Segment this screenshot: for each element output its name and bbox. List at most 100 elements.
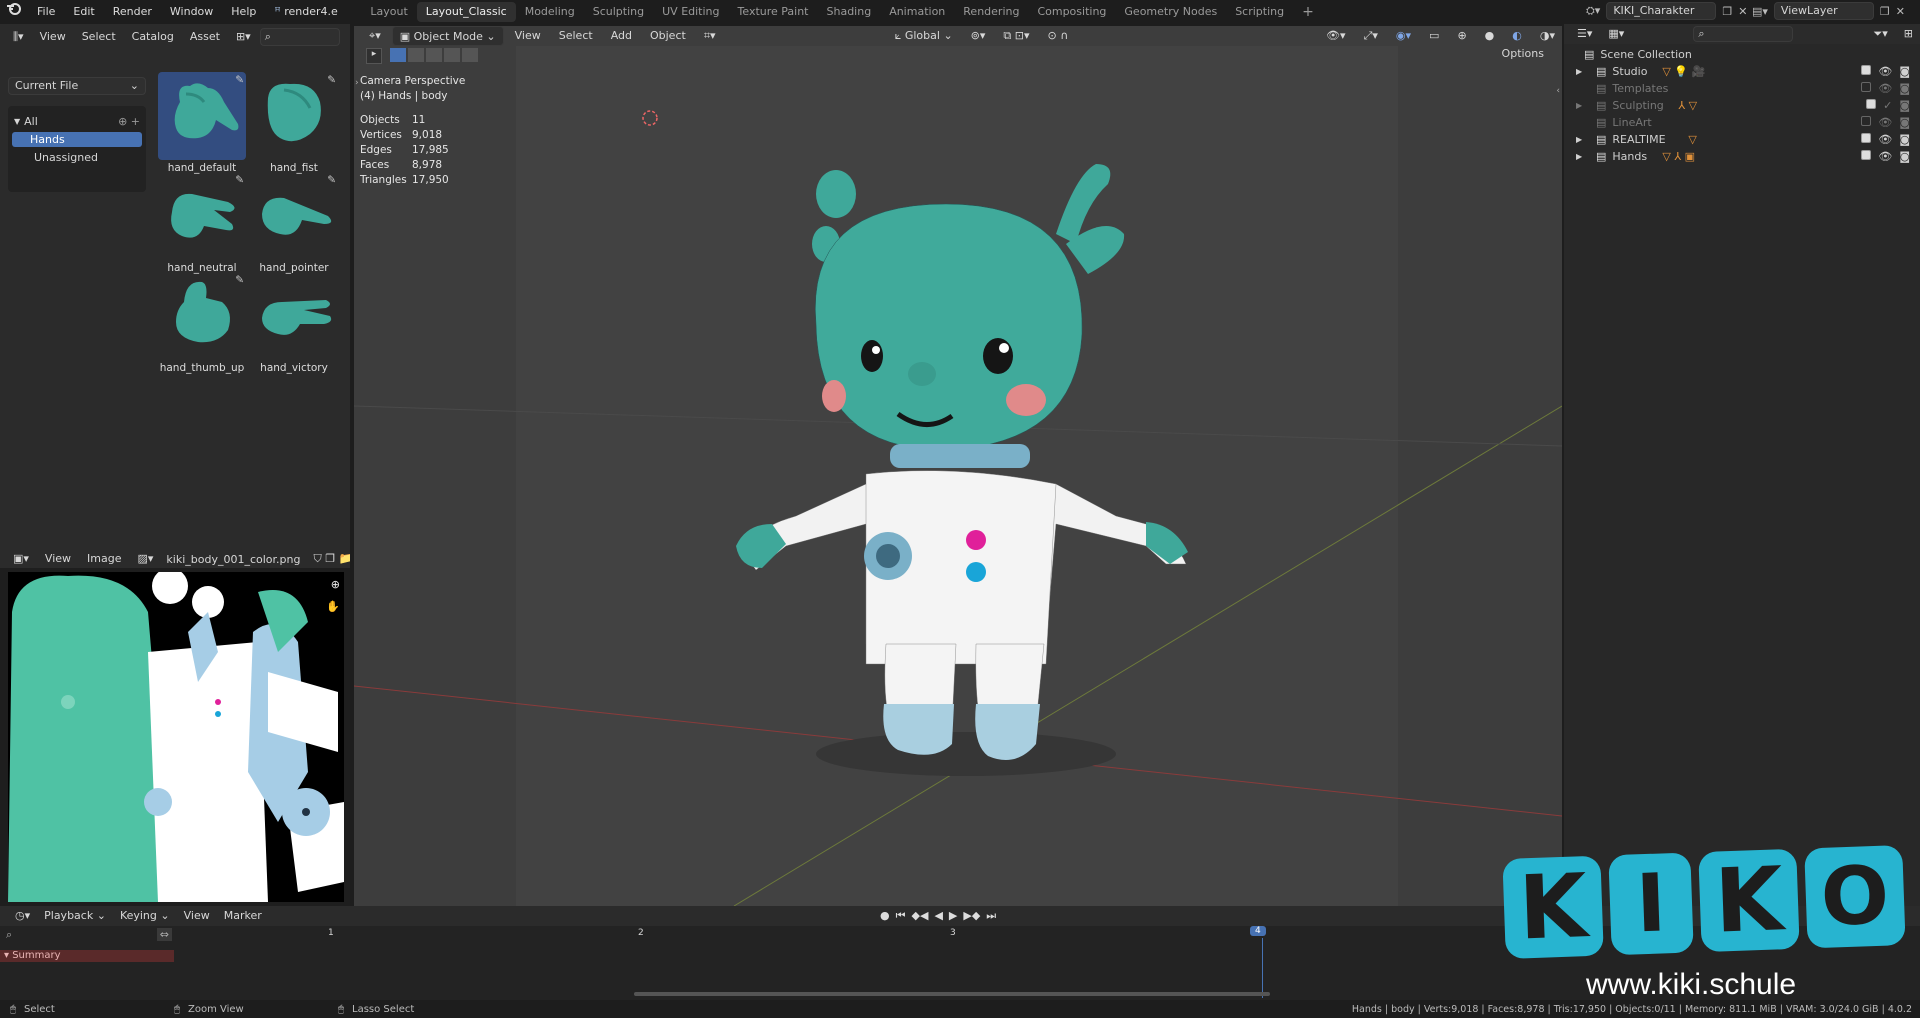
scene-icon[interactable]: ⛭▾ bbox=[1586, 4, 1600, 18]
shading-rendered-icon[interactable]: ◑▾ bbox=[1533, 26, 1562, 46]
select-extend-icon[interactable] bbox=[408, 48, 424, 62]
delete-scene-icon[interactable]: ✕ bbox=[1738, 5, 1747, 18]
asset-menu-catalog[interactable]: Catalog bbox=[125, 27, 181, 47]
tab-animation[interactable]: Animation bbox=[880, 2, 954, 22]
editor-type-icon[interactable]: ☰▾ bbox=[1570, 24, 1599, 44]
edit-asset-icon[interactable]: ✎ bbox=[235, 274, 244, 286]
fake-user-icon[interactable]: ⛉ ❐ 📁 ✕ bbox=[306, 550, 350, 569]
collection-row-lineart[interactable]: ▤ LineArt 👁 ◙ bbox=[1564, 114, 1920, 131]
timeline-menu-keying[interactable]: Keying ⌄ bbox=[113, 906, 177, 926]
select-box-icon[interactable] bbox=[390, 48, 406, 62]
tab-texture-paint[interactable]: Texture Paint bbox=[729, 2, 818, 22]
scene-collection-row[interactable]: ▤ Scene Collection bbox=[1564, 46, 1920, 63]
xray-icon[interactable]: ▭ bbox=[1422, 26, 1446, 46]
tab-sculpting[interactable]: Sculpting bbox=[584, 2, 653, 22]
shading-material-icon[interactable]: ◐ bbox=[1505, 26, 1529, 46]
asset-menu-asset[interactable]: Asset bbox=[183, 27, 227, 47]
timeline-menu-playback[interactable]: Playback ⌄ bbox=[37, 906, 113, 926]
eye-icon[interactable]: ✓ bbox=[1883, 99, 1892, 112]
eye-icon[interactable]: 👁 bbox=[1878, 150, 1892, 163]
tab-layout[interactable]: Layout bbox=[361, 2, 416, 22]
display-mode-icon[interactable]: ▦▾ bbox=[1601, 24, 1631, 44]
select-subtract-icon[interactable] bbox=[426, 48, 442, 62]
swap-icon[interactable]: ⇔ bbox=[156, 928, 172, 941]
scene-name-field[interactable]: KIKI_Charakter bbox=[1606, 2, 1717, 20]
options-button[interactable]: Options bbox=[1494, 46, 1552, 64]
eye-icon[interactable]: 👁 bbox=[1878, 133, 1892, 146]
editor-type-icon[interactable]: ▣▾ bbox=[6, 550, 36, 569]
3d-viewport[interactable]: ⌖▾ ▣ Object Mode ⌄ View Select Add Objec… bbox=[354, 26, 1562, 906]
timeline-menu-view[interactable]: View bbox=[177, 906, 217, 926]
new-collection-icon[interactable]: ⊞ bbox=[1897, 24, 1920, 44]
collection-row-sculpting[interactable]: ▶ ▤ Sculpting ⅄ ▽ ✓ ◙ bbox=[1564, 97, 1920, 114]
record-icon[interactable]: ● bbox=[880, 909, 890, 923]
asset-hand-thumb-up[interactable]: ✎ hand_thumb_up bbox=[158, 272, 246, 374]
jump-end-icon[interactable]: ⏭ bbox=[986, 909, 996, 923]
pivot-icon[interactable]: ⊚▾ bbox=[964, 26, 993, 46]
camera-render-icon[interactable]: ◙ bbox=[1899, 133, 1910, 146]
shading-solid-icon[interactable]: ● bbox=[1478, 26, 1502, 46]
gizmo-icon[interactable]: ⤢▾ bbox=[1357, 26, 1385, 46]
viewlayer-name-field[interactable]: ViewLayer bbox=[1773, 2, 1874, 20]
camera-render-icon[interactable]: ◙ bbox=[1899, 150, 1910, 163]
visibility-icon[interactable]: 👁▾ bbox=[1319, 26, 1353, 46]
camera-render-icon[interactable]: ◙ bbox=[1899, 99, 1910, 112]
image-browse-icon[interactable]: ▨▾ bbox=[130, 550, 160, 569]
viewport-menu-view[interactable]: View bbox=[508, 26, 548, 46]
play-icon[interactable]: ▶ bbox=[949, 909, 957, 923]
filter-icon[interactable]: ⏷▾ bbox=[1866, 24, 1894, 44]
tab-compositing[interactable]: Compositing bbox=[1028, 2, 1115, 22]
camera-render-icon[interactable]: ◙ bbox=[1899, 82, 1910, 95]
image-menu-view[interactable]: View bbox=[38, 550, 78, 569]
transform-orientation-dropdown[interactable]: ⟀ Global ⌄ bbox=[888, 26, 960, 46]
menu-help[interactable]: Help bbox=[222, 0, 265, 24]
tab-scripting[interactable]: Scripting bbox=[1226, 2, 1293, 22]
prev-keyframe-icon[interactable]: ◆◀ bbox=[912, 909, 929, 923]
image-menu-image[interactable]: Image bbox=[80, 550, 128, 569]
image-name-field[interactable]: kiki_body_001_color.png bbox=[162, 553, 304, 566]
asset-hand-neutral[interactable]: ✎ hand_neutral bbox=[158, 172, 246, 274]
menu-render[interactable]: Render bbox=[104, 0, 161, 24]
camera-render-icon[interactable]: ◙ bbox=[1899, 116, 1910, 129]
expand-arrow-icon[interactable]: ▶ bbox=[1576, 101, 1590, 110]
overlay-icon[interactable]: ◉▾ bbox=[1389, 26, 1418, 46]
sidebar-toggle-arrow-icon[interactable]: ‹ bbox=[1556, 86, 1560, 96]
render-tab[interactable]: ꟸ render4.e bbox=[265, 0, 345, 24]
current-frame-indicator[interactable]: 4 bbox=[1250, 926, 1266, 936]
menu-edit[interactable]: Edit bbox=[64, 0, 103, 24]
jump-start-icon[interactable]: ⏮ bbox=[896, 909, 906, 923]
tab-modeling[interactable]: Modeling bbox=[516, 2, 584, 22]
delete-viewlayer-icon[interactable]: ✕ bbox=[1896, 5, 1905, 18]
catalog-item-hands[interactable]: Hands bbox=[12, 132, 142, 147]
object-mode-dropdown[interactable]: ▣ Object Mode ⌄ bbox=[391, 26, 504, 46]
select-tool-icon[interactable]: ▸ bbox=[366, 48, 382, 64]
library-dropdown[interactable]: Current File ⌄ bbox=[8, 77, 146, 95]
asset-hand-pointer[interactable]: ✎ hand_pointer bbox=[250, 172, 338, 274]
timeline-ruler[interactable]: 1 2 3 4 bbox=[174, 926, 1574, 944]
exclude-checkbox[interactable] bbox=[1861, 82, 1872, 92]
catalog-all[interactable]: ▼ All ⊕ + bbox=[8, 112, 146, 130]
eye-icon[interactable]: 👁 bbox=[1878, 116, 1892, 129]
editor-type-icon[interactable]: ⫼▾ bbox=[6, 27, 31, 47]
exclude-checkbox[interactable] bbox=[1861, 65, 1872, 75]
menu-window[interactable]: Window bbox=[161, 0, 222, 24]
asset-search-input[interactable]: ⌕ bbox=[259, 28, 340, 46]
shading-wireframe-icon[interactable]: ⊕ bbox=[1450, 26, 1473, 46]
camera-render-icon[interactable]: ◙ bbox=[1899, 65, 1910, 78]
pan-hand-icon[interactable]: ✋ bbox=[326, 600, 340, 613]
edit-asset-icon[interactable]: ✎ bbox=[235, 74, 244, 86]
edit-asset-icon[interactable]: ✎ bbox=[235, 174, 244, 186]
tab-geometry-nodes[interactable]: Geometry Nodes bbox=[1115, 2, 1226, 22]
collection-row-templates[interactable]: ▤ Templates 👁 ◙ bbox=[1564, 80, 1920, 97]
play-reverse-icon[interactable]: ◀ bbox=[934, 909, 942, 923]
asset-hand-victory[interactable]: hand_victory bbox=[250, 272, 338, 374]
new-catalog-icon[interactable]: ⊕ + bbox=[118, 115, 140, 128]
timeline-scrollbar[interactable] bbox=[634, 992, 1270, 996]
viewport-menu-select[interactable]: Select bbox=[552, 26, 600, 46]
eye-icon[interactable]: 👁 bbox=[1878, 65, 1892, 78]
asset-menu-view[interactable]: View bbox=[33, 27, 73, 47]
collection-row-studio[interactable]: ▶ ▤ Studio ▽ 💡 🎥 👁 ◙ bbox=[1564, 63, 1920, 80]
timeline-search-input[interactable]: ⌕ ⇔ bbox=[6, 928, 174, 944]
viewport-menu-add[interactable]: Add bbox=[604, 26, 639, 46]
tab-rendering[interactable]: Rendering bbox=[954, 2, 1028, 22]
